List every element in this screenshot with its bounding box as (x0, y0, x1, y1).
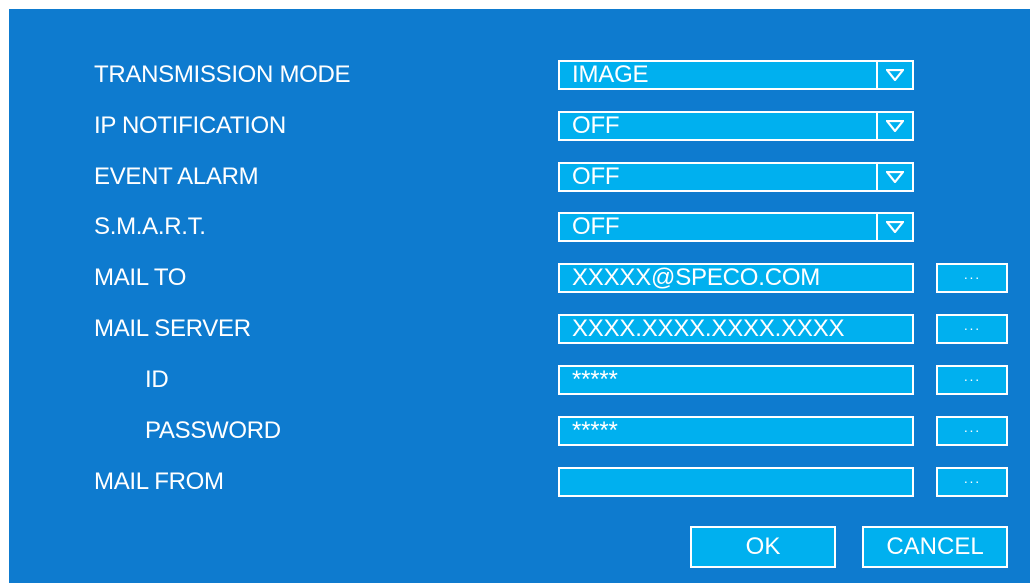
mail-to-field[interactable]: XXXXX@SPECO.COM (558, 263, 914, 293)
mail-to-label: MAIL TO (94, 264, 187, 291)
chevron-down-icon[interactable] (876, 214, 912, 240)
ellipsis-icon: ··· (963, 422, 981, 438)
mail-from-label: MAIL FROM (94, 468, 224, 495)
chevron-down-icon[interactable] (876, 164, 912, 190)
ip-notification-select[interactable]: OFF (558, 111, 914, 141)
mail-server-label: MAIL SERVER (94, 315, 251, 342)
chevron-down-icon[interactable] (876, 62, 912, 88)
password-value: ***** (572, 417, 618, 444)
mail-server-field[interactable]: XXXX.XXXX.XXXX.XXXX (558, 314, 914, 344)
transmission-mode-value: IMAGE (572, 61, 649, 88)
smart-select[interactable]: OFF (558, 212, 914, 242)
smart-value: OFF (572, 213, 620, 240)
ellipsis-icon: ··· (963, 320, 981, 336)
id-browse-button[interactable]: ··· (936, 365, 1008, 395)
id-value: ***** (572, 366, 618, 393)
ellipsis-icon: ··· (963, 269, 981, 285)
mail-to-browse-button[interactable]: ··· (936, 263, 1008, 293)
id-field[interactable]: ***** (558, 365, 914, 395)
ip-notification-label: IP NOTIFICATION (94, 112, 286, 139)
password-field[interactable]: ***** (558, 416, 914, 446)
transmission-mode-select[interactable]: IMAGE (558, 60, 914, 90)
cancel-button[interactable]: CANCEL (862, 526, 1008, 568)
smart-label: S.M.A.R.T. (94, 213, 206, 240)
mail-server-browse-button[interactable]: ··· (936, 314, 1008, 344)
event-alarm-value: OFF (572, 163, 620, 190)
mail-from-browse-button[interactable]: ··· (936, 467, 1008, 497)
mail-server-value: XXXX.XXXX.XXXX.XXXX (572, 315, 845, 342)
id-label: ID (145, 366, 169, 393)
mail-to-value: XXXXX@SPECO.COM (572, 264, 821, 291)
password-label: PASSWORD (145, 417, 281, 444)
event-alarm-select[interactable]: OFF (558, 162, 914, 192)
ip-notification-value: OFF (572, 112, 620, 139)
ellipsis-icon: ··· (963, 473, 981, 489)
mail-from-field[interactable] (558, 467, 914, 497)
ok-button[interactable]: OK (690, 526, 836, 568)
ellipsis-icon: ··· (963, 371, 981, 387)
password-browse-button[interactable]: ··· (936, 416, 1008, 446)
transmission-mode-label: TRANSMISSION MODE (94, 61, 351, 88)
event-alarm-label: EVENT ALARM (94, 163, 259, 190)
chevron-down-icon[interactable] (876, 113, 912, 139)
